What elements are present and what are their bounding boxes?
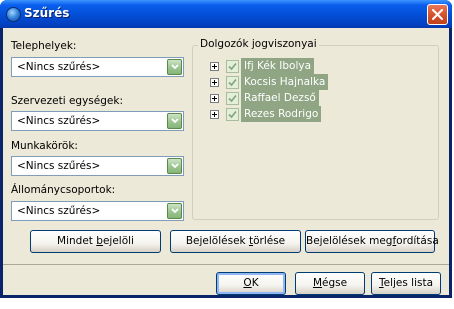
clear-selection-button[interactable]: Bejelölések törlése xyxy=(170,230,301,253)
chevron-down-icon xyxy=(171,118,179,124)
btn-text: K xyxy=(251,277,259,289)
btn-text: ordítása xyxy=(396,235,439,247)
plus-expander-icon[interactable] xyxy=(210,78,219,87)
close-button[interactable] xyxy=(427,4,448,25)
app-globe-icon xyxy=(6,7,21,22)
sites-value: <Nincs szűrés> xyxy=(17,61,101,73)
chevron-down-icon xyxy=(171,64,179,70)
title-bar[interactable]: Szűrés xyxy=(0,0,452,28)
jobs-label: Munkakörök: xyxy=(11,140,78,152)
btn-accel: b xyxy=(96,235,103,247)
window-title: Szűrés xyxy=(24,6,70,20)
employees-group-title: Dolgozók jogviszonyai xyxy=(198,38,319,50)
btn-text: eljes lista xyxy=(383,277,434,289)
jobs-combobox[interactable]: <Nincs szűrés> xyxy=(11,156,184,176)
invert-selection-button[interactable]: Bejelölések megfordítása xyxy=(305,230,439,253)
ok-button[interactable]: OK xyxy=(216,272,286,295)
units-dropdown-button[interactable] xyxy=(167,113,182,129)
plus-expander-icon[interactable] xyxy=(210,62,219,71)
positions-dropdown-button[interactable] xyxy=(167,203,182,219)
checkmark-icon xyxy=(228,94,237,103)
chevron-down-icon xyxy=(171,163,179,169)
checkmark-icon xyxy=(228,110,237,119)
employee-checkbox[interactable] xyxy=(226,60,239,73)
positions-label: Állománycsoportok: xyxy=(11,184,116,196)
btn-text: égse xyxy=(322,277,348,289)
chevron-down-icon xyxy=(171,208,179,214)
checkmark-icon xyxy=(228,78,237,87)
jobs-value: <Nincs szűrés> xyxy=(17,160,101,172)
sites-combobox[interactable]: <Nincs szűrés> xyxy=(11,57,184,77)
units-label: Szervezeti egységek: xyxy=(11,95,123,107)
btn-accel: M xyxy=(312,277,322,289)
employee-label[interactable]: Rezes Rodrigo xyxy=(241,106,322,122)
employee-label[interactable]: Raffael Dezső xyxy=(241,90,319,106)
btn-text: Bejelölések meg xyxy=(306,235,393,247)
employee-tree[interactable]: Ifj Kék Ibolya Kocsis Hajnalka Raffael D… xyxy=(199,55,433,212)
employee-checkbox[interactable] xyxy=(226,92,239,105)
jobs-dropdown-button[interactable] xyxy=(167,158,182,174)
employee-checkbox[interactable] xyxy=(226,108,239,121)
positions-combobox[interactable]: <Nincs szűrés> xyxy=(11,201,184,221)
btn-text: ejelöli xyxy=(102,235,134,247)
positions-value: <Nincs szűrés> xyxy=(17,205,101,217)
units-combobox[interactable]: <Nincs szűrés> xyxy=(11,111,184,131)
btn-text: örlése xyxy=(253,235,286,247)
btn-text: Bejelölések xyxy=(185,235,249,247)
checkmark-icon xyxy=(228,62,237,71)
full-list-button[interactable]: Teljes lista xyxy=(371,272,441,295)
sites-label: Telephelyek: xyxy=(11,40,77,52)
plus-expander-icon[interactable] xyxy=(210,110,219,119)
btn-accel: O xyxy=(243,277,252,289)
employee-checkbox[interactable] xyxy=(226,76,239,89)
units-value: <Nincs szűrés> xyxy=(17,115,101,127)
sites-dropdown-button[interactable] xyxy=(167,59,182,75)
btn-text: Mindet xyxy=(57,235,97,247)
cancel-button[interactable]: Mégse xyxy=(295,272,365,295)
close-icon xyxy=(432,9,443,20)
select-all-button[interactable]: Mindet bejelöli xyxy=(30,230,161,253)
employee-label[interactable]: Kocsis Hajnalka xyxy=(241,74,329,90)
separator xyxy=(3,264,449,265)
plus-expander-icon[interactable] xyxy=(210,94,219,103)
employee-label[interactable]: Ifj Kék Ibolya xyxy=(241,58,315,74)
